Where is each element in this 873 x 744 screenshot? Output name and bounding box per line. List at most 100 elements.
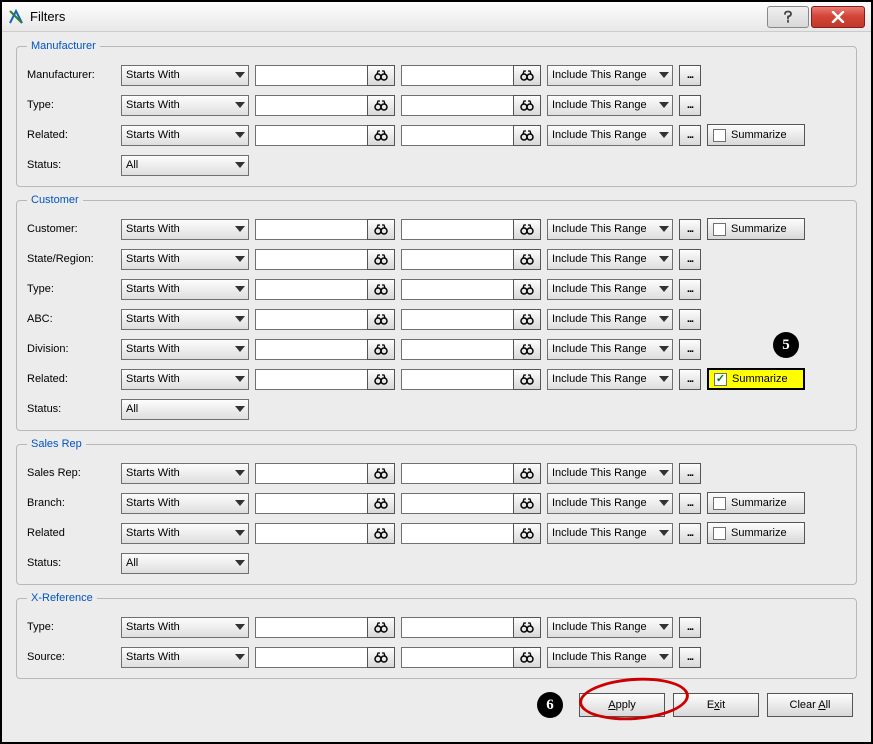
- summarize-button-highlighted[interactable]: Summarize: [707, 368, 805, 390]
- more-button[interactable]: ...: [679, 463, 701, 484]
- more-button[interactable]: ...: [679, 65, 701, 86]
- input-from[interactable]: [255, 219, 367, 240]
- combo-include-range[interactable]: Include This Range: [547, 125, 673, 146]
- combo-include-range[interactable]: Include This Range: [547, 219, 673, 240]
- input-from[interactable]: [255, 279, 367, 300]
- input-from[interactable]: [255, 617, 367, 638]
- lookup-button[interactable]: [513, 95, 541, 116]
- more-button[interactable]: ...: [679, 309, 701, 330]
- combo-include-range[interactable]: Include This Range: [547, 463, 673, 484]
- input-to[interactable]: [401, 309, 513, 330]
- combo-status[interactable]: All: [121, 155, 249, 176]
- input-to[interactable]: [401, 279, 513, 300]
- input-from[interactable]: [255, 249, 367, 270]
- input-from[interactable]: [255, 493, 367, 514]
- clear-all-button[interactable]: Clear All: [767, 693, 853, 717]
- combo-include-range[interactable]: Include This Range: [547, 339, 673, 360]
- combo-status[interactable]: All: [121, 399, 249, 420]
- input-to[interactable]: [401, 647, 513, 668]
- combo-starts-with[interactable]: Starts With: [121, 95, 249, 116]
- combo-starts-with[interactable]: Starts With: [121, 65, 249, 86]
- combo-include-range[interactable]: Include This Range: [547, 279, 673, 300]
- summarize-button[interactable]: Summarize: [707, 124, 805, 146]
- combo-starts-with[interactable]: Starts With: [121, 617, 249, 638]
- close-button[interactable]: [811, 6, 865, 28]
- input-from[interactable]: [255, 339, 367, 360]
- lookup-button[interactable]: [513, 523, 541, 544]
- summarize-button[interactable]: Summarize: [707, 522, 805, 544]
- combo-starts-with[interactable]: Starts With: [121, 647, 249, 668]
- more-button[interactable]: ...: [679, 647, 701, 668]
- lookup-button[interactable]: [367, 617, 395, 638]
- input-to[interactable]: [401, 125, 513, 146]
- input-from[interactable]: [255, 647, 367, 668]
- help-button[interactable]: [767, 6, 809, 28]
- lookup-button[interactable]: [513, 647, 541, 668]
- input-from[interactable]: [255, 125, 367, 146]
- combo-starts-with[interactable]: Starts With: [121, 463, 249, 484]
- lookup-button[interactable]: [367, 647, 395, 668]
- lookup-button[interactable]: [513, 309, 541, 330]
- lookup-button[interactable]: [513, 339, 541, 360]
- input-from[interactable]: [255, 95, 367, 116]
- input-from[interactable]: [255, 369, 367, 390]
- more-button[interactable]: ...: [679, 523, 701, 544]
- combo-include-range[interactable]: Include This Range: [547, 493, 673, 514]
- combo-include-range[interactable]: Include This Range: [547, 617, 673, 638]
- input-to[interactable]: [401, 617, 513, 638]
- more-button[interactable]: ...: [679, 279, 701, 300]
- combo-starts-with[interactable]: Starts With: [121, 523, 249, 544]
- lookup-button[interactable]: [513, 65, 541, 86]
- summarize-button[interactable]: Summarize: [707, 492, 805, 514]
- more-button[interactable]: ...: [679, 339, 701, 360]
- combo-starts-with[interactable]: Starts With: [121, 219, 249, 240]
- lookup-button[interactable]: [367, 125, 395, 146]
- more-button[interactable]: ...: [679, 617, 701, 638]
- lookup-button[interactable]: [513, 369, 541, 390]
- combo-status[interactable]: All: [121, 553, 249, 574]
- input-to[interactable]: [401, 463, 513, 484]
- lookup-button[interactable]: [367, 65, 395, 86]
- exit-button[interactable]: Exit: [673, 693, 759, 717]
- input-to[interactable]: [401, 95, 513, 116]
- lookup-button[interactable]: [513, 219, 541, 240]
- combo-include-range[interactable]: Include This Range: [547, 647, 673, 668]
- lookup-button[interactable]: [367, 339, 395, 360]
- input-to[interactable]: [401, 493, 513, 514]
- lookup-button[interactable]: [367, 249, 395, 270]
- input-to[interactable]: [401, 65, 513, 86]
- input-to[interactable]: [401, 369, 513, 390]
- lookup-button[interactable]: [367, 95, 395, 116]
- lookup-button[interactable]: [367, 219, 395, 240]
- more-button[interactable]: ...: [679, 369, 701, 390]
- combo-include-range[interactable]: Include This Range: [547, 309, 673, 330]
- combo-starts-with[interactable]: Starts With: [121, 249, 249, 270]
- combo-starts-with[interactable]: Starts With: [121, 493, 249, 514]
- lookup-button[interactable]: [513, 463, 541, 484]
- input-from[interactable]: [255, 309, 367, 330]
- combo-starts-with[interactable]: Starts With: [121, 309, 249, 330]
- lookup-button[interactable]: [513, 617, 541, 638]
- more-button[interactable]: ...: [679, 219, 701, 240]
- combo-starts-with[interactable]: Starts With: [121, 369, 249, 390]
- combo-starts-with[interactable]: Starts With: [121, 339, 249, 360]
- more-button[interactable]: ...: [679, 249, 701, 270]
- more-button[interactable]: ...: [679, 95, 701, 116]
- combo-starts-with[interactable]: Starts With: [121, 279, 249, 300]
- input-to[interactable]: [401, 523, 513, 544]
- input-from[interactable]: [255, 463, 367, 484]
- input-to[interactable]: [401, 219, 513, 240]
- lookup-button[interactable]: [513, 125, 541, 146]
- lookup-button[interactable]: [513, 279, 541, 300]
- apply-button[interactable]: Apply: [579, 693, 665, 717]
- combo-include-range[interactable]: Include This Range: [547, 369, 673, 390]
- lookup-button[interactable]: [367, 523, 395, 544]
- summarize-button[interactable]: Summarize: [707, 218, 805, 240]
- more-button[interactable]: ...: [679, 493, 701, 514]
- combo-include-range[interactable]: Include This Range: [547, 249, 673, 270]
- combo-starts-with[interactable]: Starts With: [121, 125, 249, 146]
- input-from[interactable]: [255, 65, 367, 86]
- input-to[interactable]: [401, 339, 513, 360]
- input-from[interactable]: [255, 523, 367, 544]
- combo-include-range[interactable]: Include This Range: [547, 523, 673, 544]
